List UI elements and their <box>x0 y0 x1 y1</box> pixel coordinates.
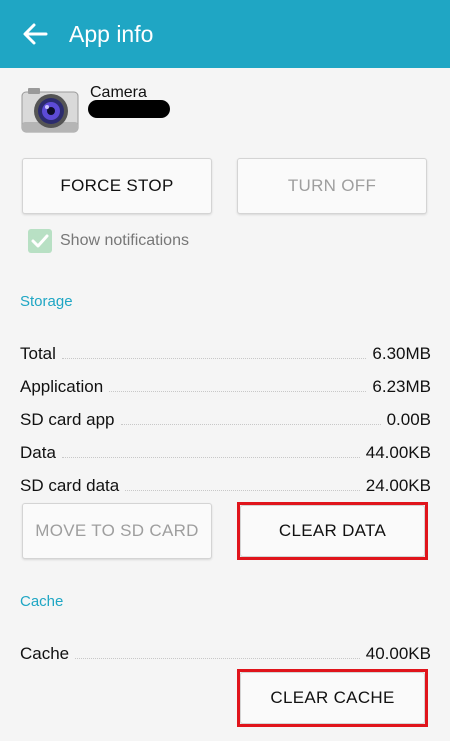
redacted-version <box>88 100 170 118</box>
storage-row-label: Data <box>20 443 56 462</box>
cache-section-header: Cache <box>20 593 64 610</box>
storage-row-value: 6.23MB <box>372 377 431 396</box>
row-divider <box>125 489 360 491</box>
back-arrow-icon[interactable] <box>22 22 48 46</box>
camera-app-icon <box>21 88 79 133</box>
storage-row: SD card app 0.00B <box>20 406 431 430</box>
storage-section-header: Storage <box>20 293 73 310</box>
storage-row-label: SD card app <box>20 410 115 429</box>
show-notifications-checkbox[interactable] <box>28 229 52 253</box>
clear-cache-highlight <box>237 669 428 727</box>
cache-row-label: Cache <box>20 644 70 663</box>
row-divider <box>61 456 360 458</box>
storage-row: Application 6.23MB <box>20 373 431 397</box>
show-notifications-label: Show notifications <box>60 232 189 249</box>
cache-row-value: 40.00KB <box>365 644 431 663</box>
row-divider <box>120 423 381 425</box>
storage-row: SD card data 24.00KB <box>20 472 431 496</box>
storage-row-value: 24.00KB <box>365 476 431 495</box>
cache-row: Cache 40.00KB <box>20 640 431 664</box>
row-divider <box>75 657 360 659</box>
storage-row-value: 44.00KB <box>365 443 431 462</box>
page-title: App info <box>69 21 154 47</box>
storage-row-value: 6.30MB <box>372 344 431 363</box>
storage-row-label: SD card data <box>20 476 120 495</box>
row-divider <box>61 357 367 359</box>
storage-row-label: Total <box>20 344 56 363</box>
storage-row-label: Application <box>20 377 104 396</box>
storage-row: Data 44.00KB <box>20 439 431 463</box>
app-bar: App info <box>0 0 450 68</box>
storage-row-value: 0.00B <box>386 410 431 429</box>
clear-data-highlight <box>237 502 428 560</box>
check-icon <box>31 234 49 248</box>
storage-row: Total 6.30MB <box>20 340 431 364</box>
row-divider <box>109 390 367 392</box>
move-to-sd-card-button[interactable]: MOVE TO SD CARD <box>22 503 212 559</box>
turn-off-button[interactable]: TURN OFF <box>237 158 427 214</box>
force-stop-button[interactable]: FORCE STOP <box>22 158 212 214</box>
